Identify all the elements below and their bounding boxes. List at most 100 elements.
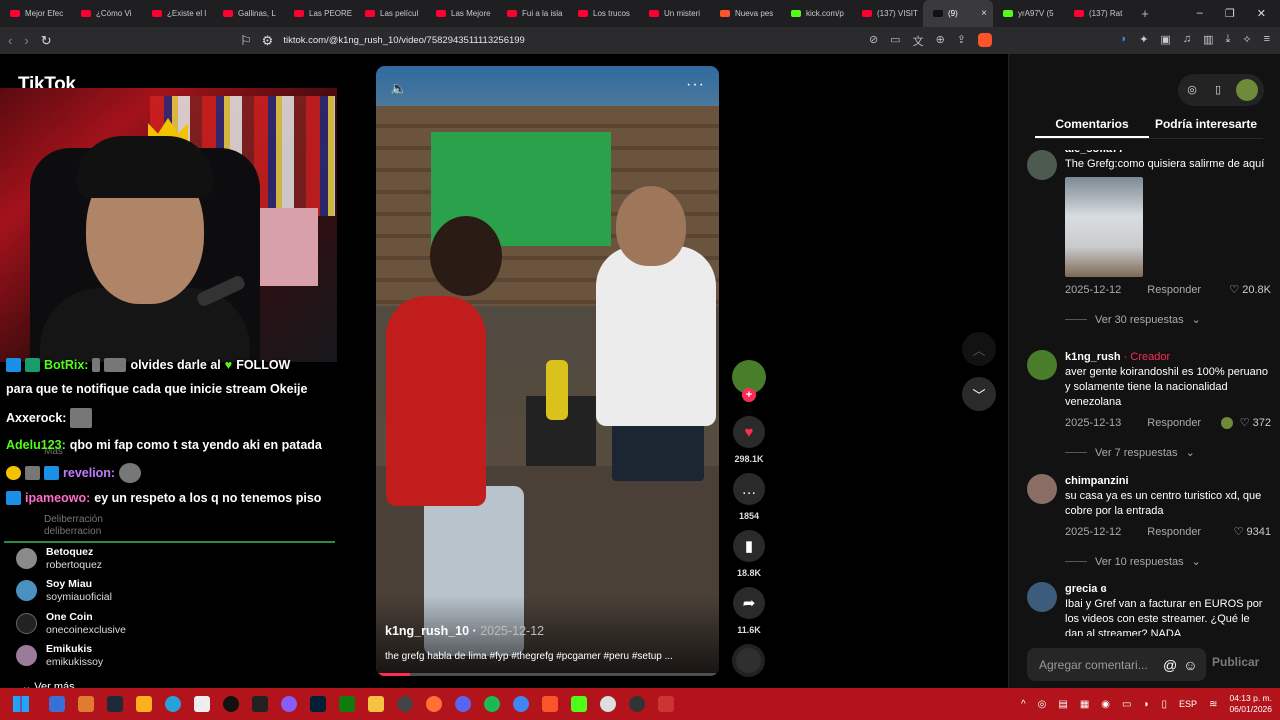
view-replies-button[interactable]: Ver 7 respuestas ⌄	[1065, 446, 1271, 459]
comment-author[interactable]: chimpanzini	[1065, 474, 1271, 488]
taskbar-app[interactable]	[303, 688, 332, 720]
forward-icon[interactable]: ›	[24, 33, 28, 48]
media-icon[interactable]: ⊘	[869, 33, 878, 49]
new-tab-button[interactable]: +	[1135, 6, 1155, 21]
follow-plus-icon[interactable]: +	[742, 388, 756, 402]
suggested-account[interactable]: Emikukis emikukissoy	[16, 643, 103, 669]
more-options-icon[interactable]: ···	[686, 76, 705, 94]
browser-tab[interactable]: yrA97V (5	[993, 0, 1064, 27]
browser-tab[interactable]: ¿Cómo Vi	[71, 0, 142, 27]
avatar[interactable]	[1027, 582, 1057, 612]
wifi-icon[interactable]: ≋	[1209, 699, 1217, 710]
downloads-icon[interactable]: ⤓	[1225, 33, 1230, 46]
browser-tab[interactable]: Nueva pes	[710, 0, 781, 27]
microphone-icon[interactable]: ▯	[1162, 699, 1168, 710]
cast-icon[interactable]: ▭	[890, 33, 900, 49]
taskbar-app[interactable]	[332, 688, 361, 720]
browser-tab[interactable]: Los trucos	[568, 0, 639, 27]
reply-button[interactable]: Responder	[1147, 526, 1201, 538]
sidebar-icon[interactable]: ▥	[1203, 33, 1213, 46]
taskbar-app[interactable]	[129, 688, 158, 720]
next-video-button[interactable]: ﹀	[962, 377, 996, 411]
view-replies-button[interactable]: Ver 30 respuestas ⌄	[1065, 313, 1271, 326]
tray-app-icon[interactable]: ▦	[1080, 699, 1089, 710]
comment-image[interactable]	[1065, 177, 1143, 277]
comment-author[interactable]: grecia ɞ	[1065, 582, 1271, 596]
view-replies-button[interactable]: Ver 10 respuestas ⌄	[1065, 555, 1271, 568]
bookmark-icon[interactable]: ⚐	[240, 33, 252, 49]
taskbar-app[interactable]	[71, 688, 100, 720]
comment-button[interactable]: … 1854	[729, 473, 769, 521]
taskbar-app[interactable]	[622, 688, 651, 720]
share-button[interactable]: ➦ 11.6K	[729, 587, 769, 635]
video-player[interactable]: 🔈 ··· k1ng_rush_10 · 2025-12-12 the gref…	[376, 66, 719, 676]
leo-icon[interactable]: ✧	[1242, 33, 1251, 46]
address-bar[interactable]: ⚐ ⚙ tiktok.com/@k1ng_rush_10/video/75829…	[240, 30, 992, 51]
taskbar-app[interactable]	[564, 688, 593, 720]
wallet-icon[interactable]: ▣	[1160, 33, 1170, 46]
taskbar-app[interactable]	[593, 688, 622, 720]
browser-tab[interactable]: ¿Existe el l	[142, 0, 213, 27]
translate-icon[interactable]: 文	[913, 33, 924, 49]
suggested-account[interactable]: Soy Miau soymiauoficial	[16, 578, 112, 604]
browser-tab[interactable]: (9) ×	[923, 0, 993, 27]
browser-tab[interactable]: Las Mejore	[426, 0, 497, 27]
taskbar-app[interactable]	[448, 688, 477, 720]
taskbar-app[interactable]	[158, 688, 187, 720]
taskbar-app[interactable]	[42, 688, 71, 720]
avatar[interactable]	[1027, 474, 1057, 504]
reply-button[interactable]: Responder	[1147, 284, 1201, 296]
browser-tab[interactable]: (137) Rat	[1064, 0, 1135, 27]
browser-tab[interactable]: Gallinas, L	[213, 0, 284, 27]
browser-tab[interactable]: Fui a la isla	[497, 0, 568, 27]
steam-icon[interactable]: ◉	[1101, 699, 1110, 710]
publish-button[interactable]: Publicar	[1212, 655, 1259, 669]
comment-input-box[interactable]: @ ☺	[1027, 648, 1206, 681]
comment-like-button[interactable]: ♡ 372	[1220, 416, 1271, 429]
comment-author[interactable]: k1ng_rush · Creador	[1065, 350, 1271, 364]
taskbar-app[interactable]	[216, 688, 245, 720]
audio-icon[interactable]: ◗	[1121, 33, 1128, 46]
taskbar-app[interactable]	[187, 688, 216, 720]
language-indicator[interactable]: ESP	[1179, 699, 1197, 709]
browser-tab[interactable]: Mejor Efec	[0, 0, 71, 27]
reply-button[interactable]: Responder	[1147, 417, 1201, 429]
browser-tab[interactable]: (137) VISIT	[852, 0, 923, 27]
menu-icon[interactable]: ≡	[1264, 33, 1270, 46]
taskbar-app[interactable]	[361, 688, 390, 720]
taskbar-app[interactable]	[651, 688, 680, 720]
author-name[interactable]: k1ng_rush_10	[385, 624, 469, 638]
video-author[interactable]: k1ng_rush_10 · 2025-12-12	[385, 624, 544, 638]
suggested-account[interactable]: One Coin onecoinexclusive	[16, 611, 126, 637]
like-button[interactable]: ♥ 298.1K	[729, 416, 769, 464]
previous-video-button[interactable]: ︿	[962, 332, 996, 366]
comment-author[interactable]: ale_sofia77	[1065, 150, 1271, 156]
tray-app-icon[interactable]: ▤	[1058, 699, 1067, 710]
taskbar-app[interactable]	[390, 688, 419, 720]
avatar[interactable]	[1027, 150, 1057, 180]
suggested-account[interactable]: Betoquez robertoquez	[16, 546, 102, 572]
video-progress-bar[interactable]	[376, 673, 719, 676]
music-disc-icon[interactable]	[732, 644, 765, 677]
clock[interactable]: 04:13 p. m. 06/01/2026	[1229, 693, 1272, 715]
comment-author-name[interactable]: k1ng_rush	[1065, 351, 1121, 363]
emoji-icon[interactable]: ☺	[1183, 657, 1197, 673]
browser-tab[interactable]: kick.com/p	[781, 0, 852, 27]
back-icon[interactable]: ‹	[8, 33, 12, 48]
phone-icon[interactable]: ▯	[1210, 82, 1226, 98]
mention-icon[interactable]: @	[1163, 657, 1177, 673]
taskbar-app[interactable]	[245, 688, 274, 720]
share-icon[interactable]: ⇪	[957, 33, 966, 49]
zoom-icon[interactable]: ⊕	[936, 33, 945, 49]
profile-avatar[interactable]	[1236, 79, 1258, 101]
compass-icon[interactable]: ◎	[1184, 82, 1200, 98]
close-tab-icon[interactable]: ×	[981, 8, 987, 19]
tab-might-interest[interactable]: Podría interesarte	[1149, 110, 1263, 138]
minimize-icon[interactable]: –	[1197, 7, 1203, 20]
browser-tab[interactable]: Las PEORE	[284, 0, 355, 27]
site-info-icon[interactable]: ⚙	[262, 33, 274, 49]
comment-input[interactable]	[1039, 657, 1157, 672]
avatar[interactable]	[1027, 350, 1057, 380]
taskbar-app[interactable]	[477, 688, 506, 720]
volume-icon[interactable]: ◗	[1143, 699, 1149, 710]
